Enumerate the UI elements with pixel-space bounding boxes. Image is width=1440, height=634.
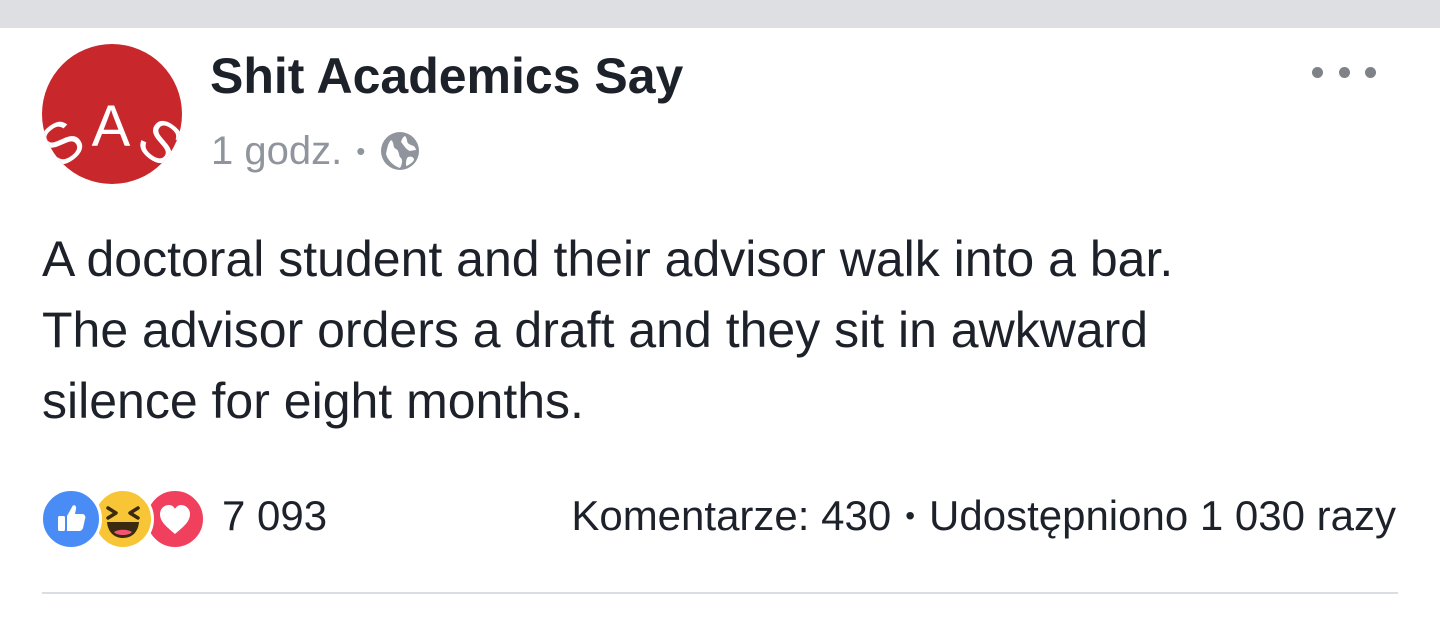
like-icon [40,488,102,550]
post-text-line: silence for eight months. [42,373,584,429]
engagement-stats: Komentarze: 430 • Udostępniono 1 030 raz… [571,484,1396,548]
stats-separator: • [905,500,916,531]
more-options-button[interactable] [1312,56,1376,88]
post-text-line: The advisor orders a draft and they sit … [42,302,1149,358]
globe-icon [379,130,421,172]
avatar-logo: SAS [42,94,182,181]
timestamp[interactable]: 1 godz. [211,129,342,174]
post-meta: 1 godz. • [211,126,421,176]
shares-count-link[interactable]: Udostępniono 1 030 razy [929,492,1396,540]
reaction-icons [40,484,212,550]
reactions-summary[interactable]: 7 093 [40,484,328,550]
divider [42,592,1398,594]
page-name-link[interactable]: Shit Academics Say [210,44,683,108]
more-horizontal-icon-dot [1365,66,1376,78]
more-horizontal-icon-dot [1338,66,1350,78]
post-body-text: A doctoral student and their advisor wal… [42,224,1382,437]
top-separator-bar [0,0,1440,28]
avatar[interactable]: SAS [42,44,182,184]
post-text-line: A doctoral student and their advisor wal… [42,231,1174,287]
reaction-count: 7 093 [222,492,328,539]
comments-count-link[interactable]: Komentarze: 430 [571,492,891,540]
more-horizontal-icon-dot [1312,66,1323,78]
meta-separator: • [356,135,366,166]
